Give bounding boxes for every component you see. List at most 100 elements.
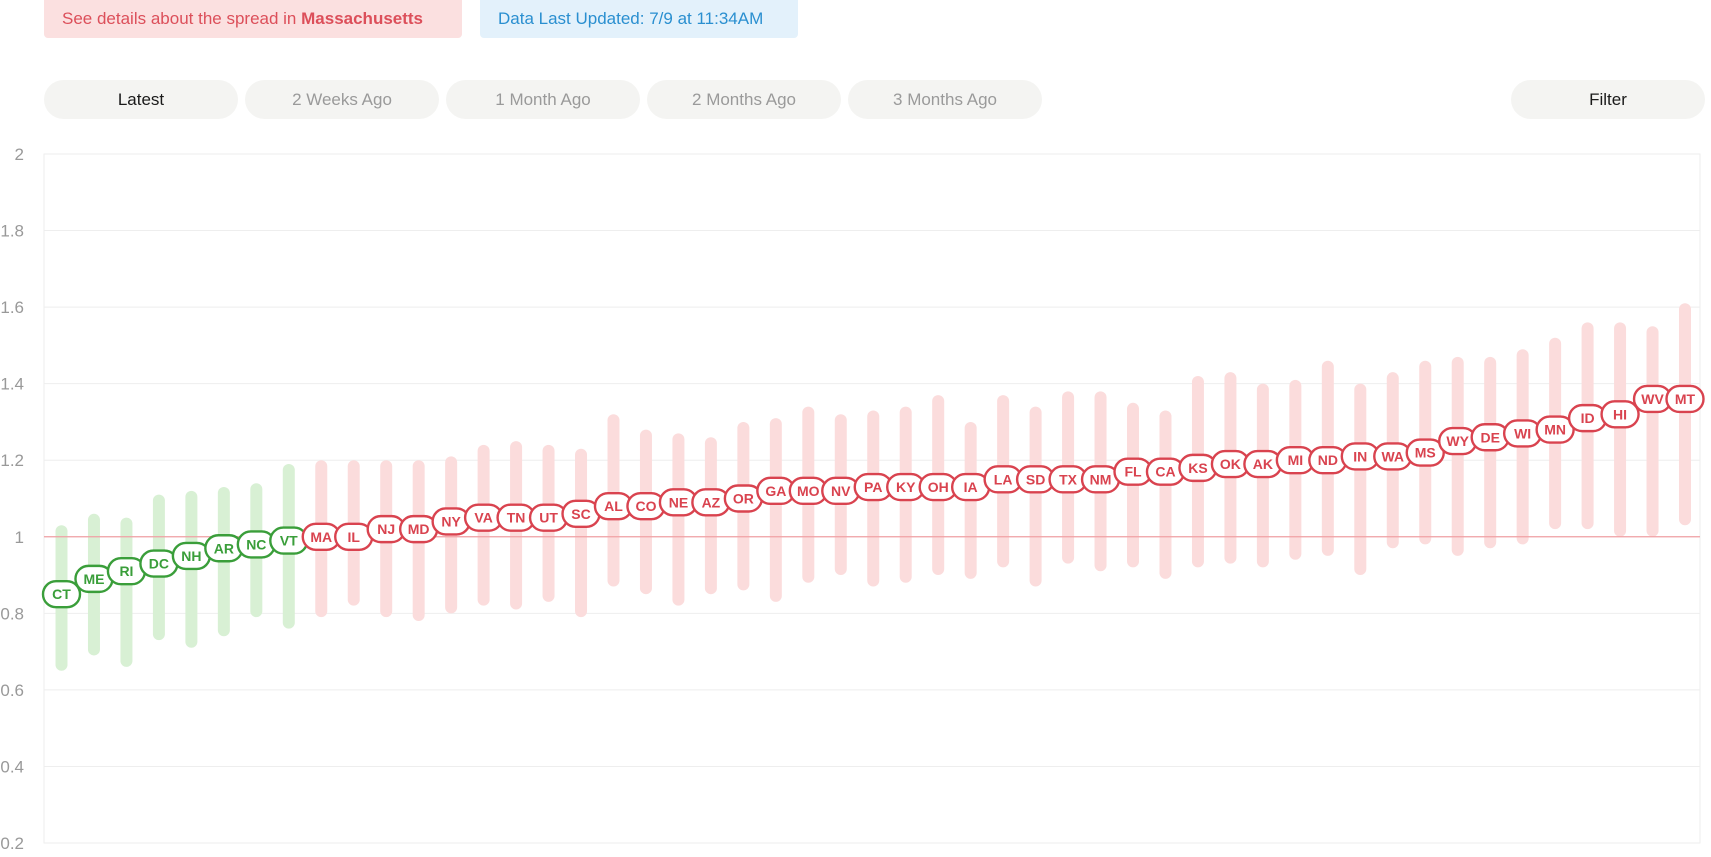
state-point-ar[interactable]: AR xyxy=(204,534,244,563)
state-label: SC xyxy=(571,506,590,522)
state-label: IA xyxy=(964,479,978,495)
state-label: NE xyxy=(669,494,688,510)
state-point-az[interactable]: AZ xyxy=(691,488,731,517)
y-tick-label: 1 xyxy=(15,528,24,547)
tab-2-months-ago[interactable]: 2 Months Ago xyxy=(647,80,841,119)
state-point-nv[interactable]: NV xyxy=(821,476,861,506)
range-bar-hi xyxy=(1614,322,1627,537)
state-label: WA xyxy=(1381,448,1404,464)
state-point-nd[interactable]: ND xyxy=(1308,446,1348,475)
state-point-co[interactable]: CO xyxy=(626,491,666,521)
state-label: UT xyxy=(539,510,558,526)
state-label: NV xyxy=(831,483,851,499)
state-point-mt[interactable]: MT xyxy=(1665,384,1705,414)
state-label: CA xyxy=(1155,464,1175,480)
state-point-wa[interactable]: WA xyxy=(1373,442,1413,471)
range-bar-ri xyxy=(120,517,133,667)
tab-latest[interactable]: Latest xyxy=(44,80,238,119)
spread-details-banner[interactable]: See details about the spread in Massachu… xyxy=(44,0,462,38)
state-label: KS xyxy=(1188,460,1207,476)
state-label: NM xyxy=(1090,471,1112,487)
state-label: TN xyxy=(507,510,526,526)
range-bar-ga xyxy=(769,418,782,602)
state-point-wi[interactable]: WI xyxy=(1502,419,1543,448)
state-label: FL xyxy=(1124,464,1142,480)
y-tick-label: 1.4 xyxy=(0,375,24,394)
state-label: DE xyxy=(1480,429,1499,445)
state-label: NC xyxy=(246,536,266,552)
range-bar-ca xyxy=(1159,410,1172,579)
state-label: SD xyxy=(1026,471,1045,487)
state-point-ut[interactable]: UT xyxy=(528,503,569,532)
state-label: KY xyxy=(896,479,916,495)
state-point-mn[interactable]: MN xyxy=(1535,415,1575,444)
state-label: CT xyxy=(52,586,71,602)
y-tick-label: 0.8 xyxy=(0,604,24,623)
state-label: NY xyxy=(441,513,461,529)
state-point-hi[interactable]: HI xyxy=(1600,400,1640,429)
y-tick-label: 0.2 xyxy=(0,834,24,853)
range-bar-mt xyxy=(1679,303,1691,526)
state-label: AK xyxy=(1253,456,1273,472)
state-label: ME xyxy=(83,571,104,587)
state-label: VA xyxy=(474,510,492,526)
state-point-wy[interactable]: WY xyxy=(1438,426,1478,456)
state-point-ms[interactable]: MS xyxy=(1405,438,1445,467)
data-last-updated-banner: Data Last Updated: 7/9 at 11:34AM xyxy=(480,0,798,38)
state-label: MT xyxy=(1675,391,1696,407)
state-label: AZ xyxy=(702,494,721,510)
state-label: MA xyxy=(310,529,332,545)
state-label: AR xyxy=(214,540,234,556)
filter-button[interactable]: Filter xyxy=(1511,80,1705,119)
state-point-vt[interactable]: VT xyxy=(269,526,309,555)
state-label: ID xyxy=(1581,410,1595,426)
tab-2-weeks-ago[interactable]: 2 Weeks Ago xyxy=(245,80,439,119)
state-point-de[interactable]: DE xyxy=(1470,423,1510,452)
state-label: HI xyxy=(1613,406,1627,422)
state-label: DC xyxy=(149,556,169,572)
state-point-ct[interactable]: CT xyxy=(41,579,82,609)
state-point-nc[interactable]: NC xyxy=(236,530,277,559)
state-label: PA xyxy=(864,479,882,495)
state-label: MS xyxy=(1415,445,1436,461)
range-bar-in xyxy=(1354,383,1367,576)
range-bar-ne xyxy=(672,433,685,606)
state-point-id[interactable]: ID xyxy=(1567,403,1608,433)
y-tick-label: 1.8 xyxy=(0,222,24,241)
tab-3-months-ago[interactable]: 3 Months Ago xyxy=(848,80,1042,119)
state-label: IN xyxy=(1353,448,1367,464)
state-label: NH xyxy=(181,548,201,564)
state-label: OH xyxy=(928,479,949,495)
state-point-ny[interactable]: NY xyxy=(431,507,471,536)
state-point-ca[interactable]: CA xyxy=(1145,457,1186,486)
y-tick-label: 1.2 xyxy=(0,451,24,470)
y-tick-label: 2 xyxy=(15,145,24,164)
state-label: MN xyxy=(1544,422,1566,438)
state-label: IL xyxy=(348,529,361,545)
state-label: NJ xyxy=(377,521,395,537)
tab-1-month-ago[interactable]: 1 Month Ago xyxy=(446,80,640,119)
state-point-ak[interactable]: AK xyxy=(1243,449,1283,479)
range-bar-de xyxy=(1484,356,1497,549)
state-label: WY xyxy=(1446,433,1469,449)
state-label: AL xyxy=(604,498,623,514)
range-bar-wy xyxy=(1451,356,1464,556)
rt-chart: 2 1.8 1.6 1.4 1.2 1 0.8 0.6 0.4 0.2 CT ME RI DC NH AR N… xyxy=(0,145,1705,853)
state-label: OR xyxy=(733,491,754,507)
state-label: TX xyxy=(1059,471,1078,487)
state-point-ks[interactable]: KS xyxy=(1178,453,1218,483)
state-label: LA xyxy=(994,471,1013,487)
y-tick-label: 0.4 xyxy=(0,757,24,776)
state-label: MI xyxy=(1288,452,1304,468)
state-label: MO xyxy=(797,483,820,499)
y-tick-label: 1.6 xyxy=(0,298,24,317)
state-label: ND xyxy=(1318,452,1338,468)
state-label: RI xyxy=(119,563,133,579)
y-tick-label: 0.6 xyxy=(0,681,24,700)
state-label: GA xyxy=(765,483,786,499)
state-label: WI xyxy=(1514,425,1531,441)
spread-details-state-link[interactable]: Massachusetts xyxy=(301,9,423,28)
range-bar-sc xyxy=(575,448,588,618)
state-label: WV xyxy=(1641,391,1664,407)
state-label: MD xyxy=(408,521,430,537)
